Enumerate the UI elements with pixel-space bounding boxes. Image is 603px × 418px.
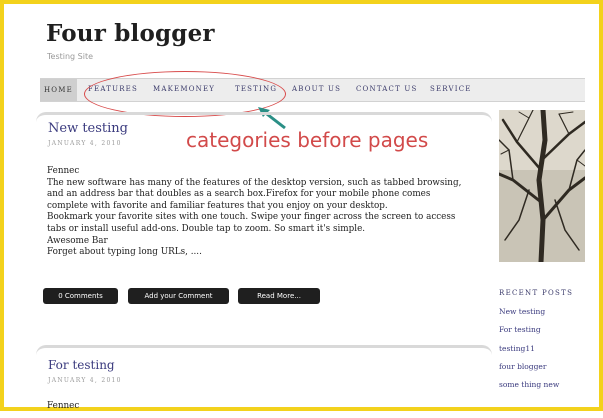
post-title[interactable]: New testing xyxy=(48,121,128,136)
post-body-line: and an address bar that doubles as a sea… xyxy=(47,189,431,200)
nav-item-contact-us[interactable]: CONTACT US xyxy=(356,85,418,93)
site-title[interactable]: Four blogger xyxy=(46,20,215,47)
recent-post-link[interactable]: New testing xyxy=(499,307,545,316)
add-comment-button[interactable]: Add your Comment xyxy=(128,288,229,304)
nav-item-service[interactable]: SERVICE xyxy=(430,85,472,93)
recent-post-link[interactable]: some thing new xyxy=(499,380,559,389)
site-tagline: Testing Site xyxy=(47,52,94,61)
post-body-line: Awesome Bar xyxy=(47,235,108,246)
post-body-line: The new software has many of the feature… xyxy=(47,177,462,188)
nav-item-about-us[interactable]: ABOUT US xyxy=(292,85,341,93)
recent-post-link[interactable]: testing11 xyxy=(499,344,535,353)
post-body-line: Fennec xyxy=(47,166,80,176)
comments-count-button[interactable]: 0 Comments xyxy=(43,288,118,304)
post-date-2: JANUARY 4, 2010 xyxy=(48,377,122,384)
recent-post-link[interactable]: For testing xyxy=(499,325,541,334)
post-body-2: Fennec xyxy=(47,401,80,411)
post-body-line: Forget about typing long URLs, .... xyxy=(47,247,202,258)
post-body-line: Bookmark your favorite sites with one to… xyxy=(47,212,456,223)
read-more-button[interactable]: Read More... xyxy=(238,288,320,304)
recent-posts-heading: RECENT POSTS xyxy=(499,289,574,297)
post-date: JANUARY 4, 2010 xyxy=(48,140,122,147)
post-body-line: complete with favorite and familiar feat… xyxy=(47,200,388,211)
sidebar-tree-image xyxy=(499,110,585,262)
nav-item-home[interactable]: HOME xyxy=(40,79,77,101)
post-title-2[interactable]: For testing xyxy=(48,358,115,372)
recent-post-link[interactable]: four blogger xyxy=(499,362,546,371)
post-body-line: tabs or install useful add-ons. Double t… xyxy=(47,223,366,234)
post-body: Fennec The new software has many of the … xyxy=(47,166,479,259)
